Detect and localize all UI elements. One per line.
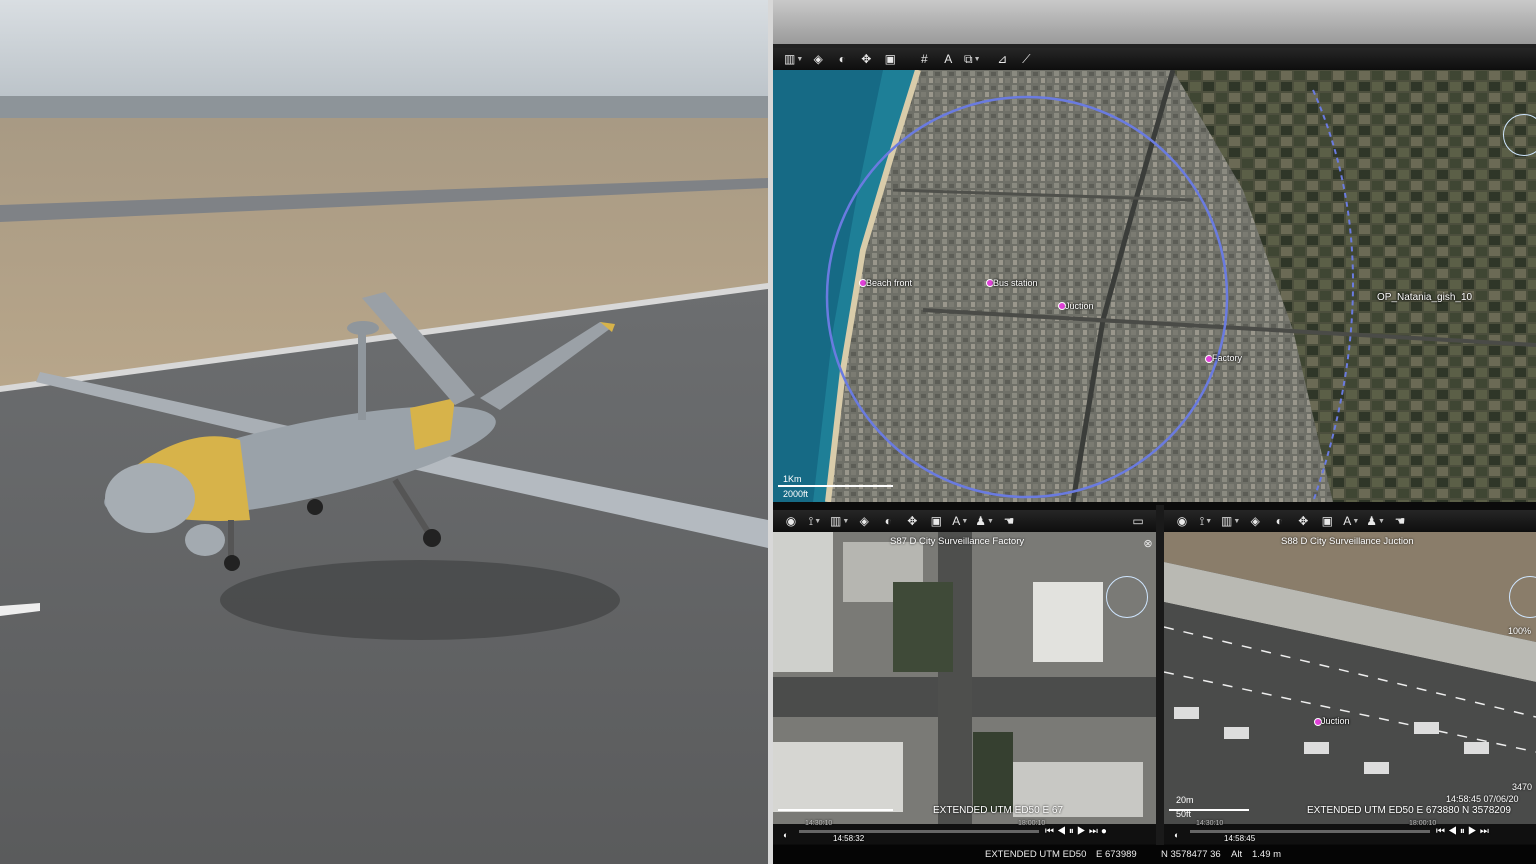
status-alt-label: Alt — [1231, 849, 1243, 860]
layers-icon[interactable]: ◈ — [1243, 512, 1267, 530]
timeline-track[interactable] — [799, 830, 1039, 833]
status-datum: EXTENDED UTM ED50 — [985, 849, 1087, 860]
video-timestamp: 14:58:45 07/06/20 — [1446, 794, 1519, 804]
label-juction: Juction — [1065, 301, 1094, 311]
camera-icon[interactable]: ▣ — [878, 50, 902, 68]
scale-km: 1Km — [783, 474, 802, 484]
time-end: 18:00:10 — [1018, 820, 1046, 827]
gis-application: ▥ ▼ ◈ ◐ ✥ ▣ # A ⧉ ▼ ⊿ ⟋ Beach front Bus … — [773, 0, 1536, 864]
expand-icon[interactable]: ✥ — [854, 50, 878, 68]
status-alt-value: 1.49 m — [1252, 849, 1282, 860]
time-end: 18:00:10 — [1409, 820, 1437, 827]
altitude-value: 3470 — [1512, 782, 1533, 792]
main-map-toolbar: ▥ ▼ ◈ ◐ ✥ ▣ # A ⧉ ▼ ⊿ ⟋ — [773, 48, 1536, 70]
hand-icon[interactable]: ☚ — [997, 512, 1021, 530]
camera-icon[interactable]: ▣ — [1315, 512, 1339, 530]
status-easting: E 673989 — [1096, 849, 1137, 860]
status-northing: N 3578477 36 — [1161, 849, 1221, 860]
text-icon[interactable]: A ▼ — [948, 512, 972, 530]
maximize-icon[interactable]: ▭ — [1126, 512, 1150, 530]
video-right-title: S88 D City Surveillance Juction — [1281, 536, 1414, 547]
close-icon[interactable]: ⊗ — [1136, 534, 1156, 552]
contrast-icon[interactable]: ◐ — [876, 512, 900, 530]
video-right-timeline[interactable]: ◐ 14:30:10 18:00:10 14:58:45 ⏮◀⏸▶⏭ — [1164, 820, 1536, 844]
drone-photo — [0, 0, 768, 864]
ruler-icon[interactable]: ⟋ — [1014, 50, 1038, 68]
person-icon[interactable]: ♟ ▼ — [1363, 512, 1388, 530]
layers-icon[interactable]: ◈ — [852, 512, 876, 530]
map-icon[interactable]: ▥ ▼ — [827, 512, 852, 530]
video-left-coord: EXTENDED UTM ED50 E 67 — [933, 805, 1064, 816]
video-right-feed[interactable]: S88 D City Surveillance Juction Juction … — [1164, 532, 1536, 824]
play-icon[interactable]: ◐ — [783, 830, 788, 840]
expand-icon[interactable]: ✥ — [900, 512, 924, 530]
overlay-icon[interactable]: ⧉ ▼ — [960, 50, 984, 68]
video-right-toolbar: ◉ ⟟ ▼ ▥ ▼ ◈ ◐ ✥ ▣ A ▼ ♟ ▼ ☚ — [1164, 510, 1536, 532]
measure-icon[interactable]: ⊿ — [990, 50, 1014, 68]
map-icon[interactable]: ▥ ▼ — [781, 50, 806, 68]
time-start: 14:30:10 — [1196, 820, 1224, 827]
time-cursor: 14:58:32 — [833, 834, 865, 843]
contrast-icon[interactable]: ◐ — [1267, 512, 1291, 530]
label-factory: Factory — [1212, 353, 1243, 363]
video-left-feed[interactable]: S87 D City Surveillance Factory ⊗ EXTEND… — [773, 532, 1156, 824]
label-op: OP_Natania_gish_10 — [1377, 292, 1473, 303]
label-bus-station: Bus station — [993, 278, 1038, 288]
main-satellite-map[interactable]: Beach front Bus station Juction Factory … — [773, 70, 1536, 502]
expand-icon[interactable]: ✥ — [1291, 512, 1315, 530]
compass-icon — [1106, 576, 1148, 618]
video-left-toolbar: ◉ ⟟ ▼ ▥ ▼ ◈ ◐ ✥ ▣ A ▼ ♟ ▼ ☚ ▭ — [773, 510, 1156, 532]
scale-m: 20m — [1176, 795, 1194, 805]
status-bar: EXTENDED UTM ED50 E 673989 N 3578477 36 … — [773, 845, 1536, 864]
cursor-icon[interactable]: ⟟ ▼ — [1194, 512, 1218, 530]
playback-controls[interactable]: ⏮◀⏸▶⏭ — [1436, 826, 1492, 837]
video-left-timeline[interactable]: ◐ 14:30:10 18:00:10 14:58:32 ⏮◀⏸▶⏭● — [773, 820, 1156, 844]
zoom-level: 100% — [1508, 626, 1532, 636]
scale-ft: 50ft — [1176, 809, 1192, 819]
map-icon[interactable]: ▥ ▼ — [1218, 512, 1243, 530]
eye-icon[interactable]: ◉ — [1170, 512, 1194, 530]
video-right-coord: EXTENDED UTM ED50 E 673880 N 3578209 — [1307, 805, 1511, 816]
timeline-track[interactable] — [1190, 830, 1430, 833]
window-titlebar — [773, 0, 1536, 44]
text-icon[interactable]: A ▼ — [1339, 512, 1363, 530]
person-icon[interactable]: ♟ ▼ — [972, 512, 997, 530]
scale-ft: 2000ft — [783, 489, 809, 499]
text-icon[interactable]: A — [936, 50, 960, 68]
grid-icon[interactable]: # — [912, 50, 936, 68]
play-icon[interactable]: ◐ — [1174, 830, 1179, 840]
cursor-icon[interactable]: ⟟ ▼ — [803, 512, 827, 530]
time-start: 14:30:10 — [805, 820, 833, 827]
video-left-title: S87 D City Surveillance Factory — [890, 536, 1025, 547]
video-separator — [1156, 505, 1164, 845]
hand-icon[interactable]: ☚ — [1388, 512, 1412, 530]
contrast-icon[interactable]: ◐ — [830, 50, 854, 68]
eye-icon[interactable]: ◉ — [779, 512, 803, 530]
layers-icon[interactable]: ◈ — [806, 50, 830, 68]
video-right-label: Juction — [1321, 716, 1350, 726]
playback-controls[interactable]: ⏮◀⏸▶⏭● — [1045, 826, 1110, 837]
camera-icon[interactable]: ▣ — [924, 512, 948, 530]
label-beach: Beach front — [866, 278, 913, 288]
time-cursor: 14:58:45 — [1224, 834, 1256, 843]
